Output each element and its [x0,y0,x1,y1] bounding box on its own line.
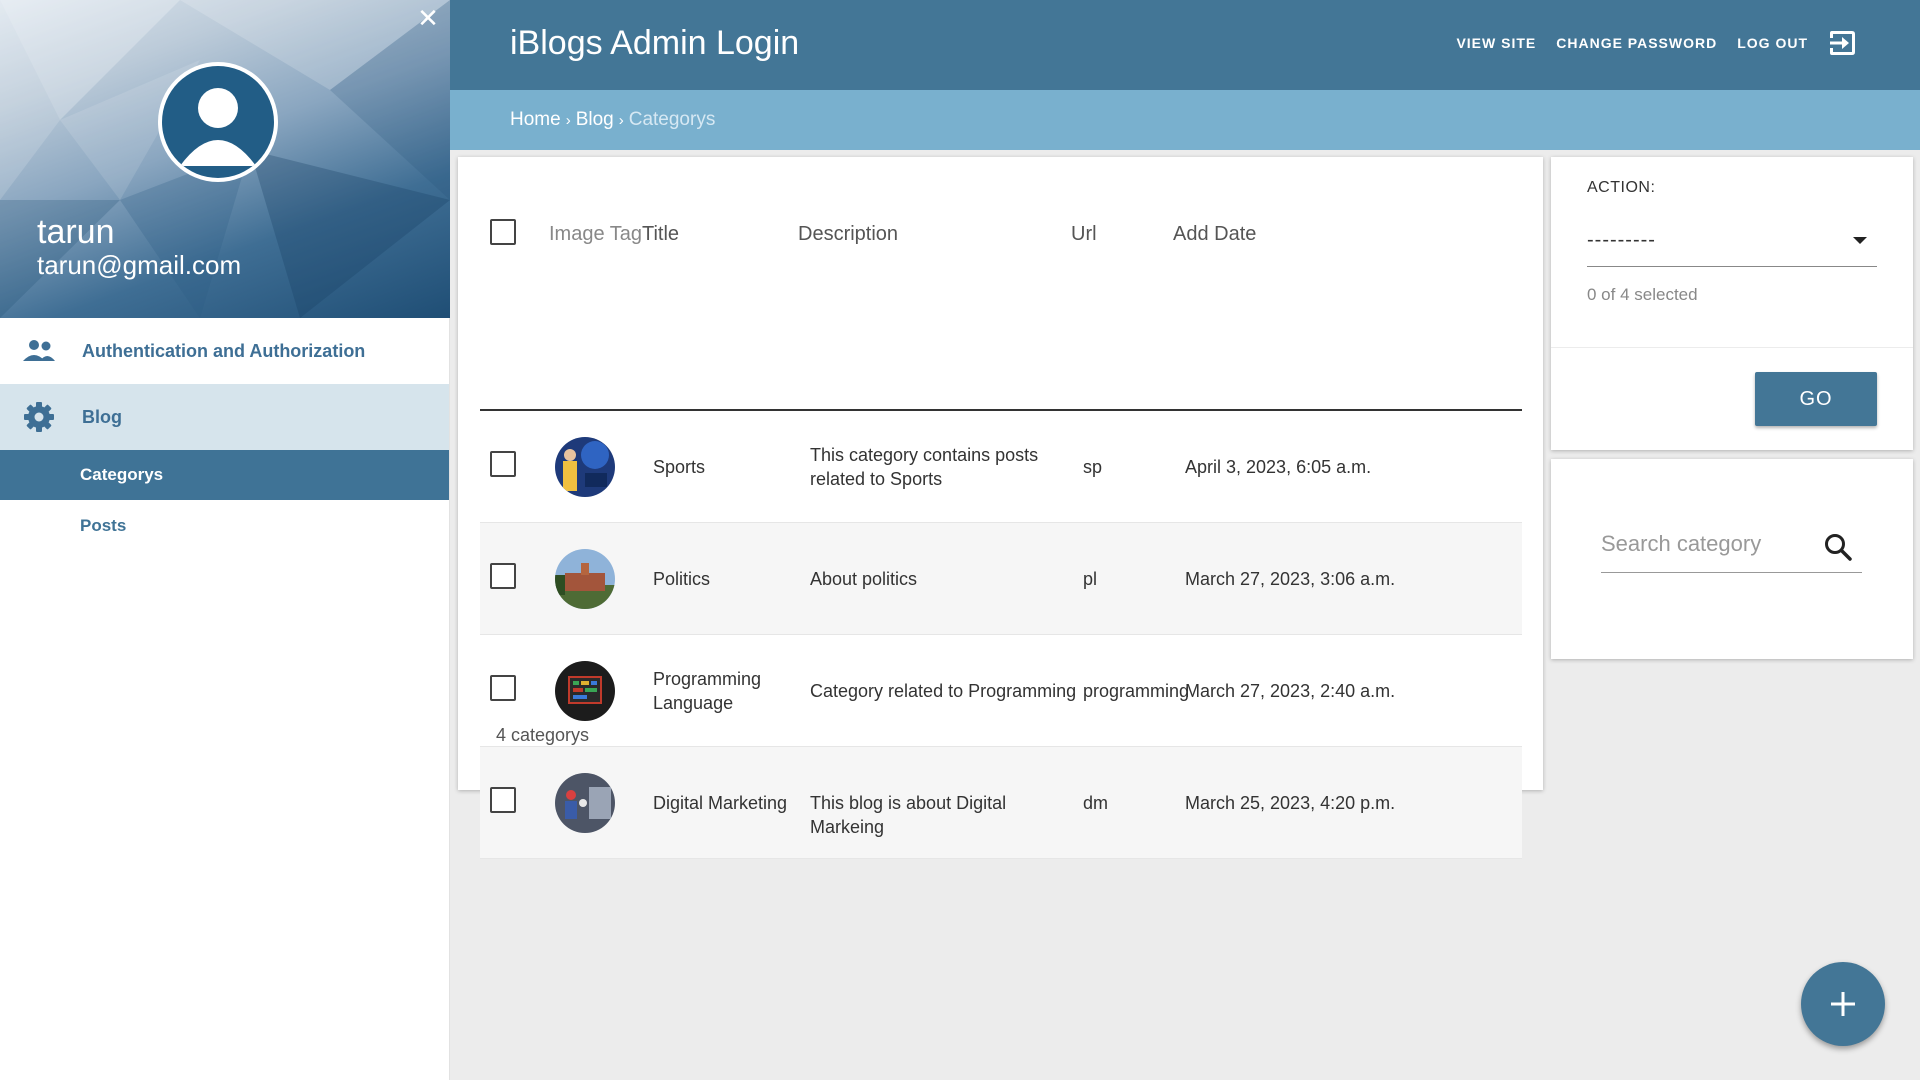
table-row: Sports This category contains posts rela… [480,411,1522,523]
column-header-url[interactable]: Url [1071,223,1097,246]
breadcrumb-current: Categorys [628,109,716,130]
category-add-date: March 27, 2023, 3:06 a.m. [1185,569,1396,589]
results-table: Image Tag Title Description Url Add Date… [458,157,1543,859]
category-title[interactable]: Sports [653,455,705,479]
sidebar: ✕ tarun tarun@gmail.com Authentication a… [0,0,450,1080]
category-add-date: April 3, 2023, 6:05 a.m. [1185,457,1372,477]
sidebar-item-blog[interactable]: Blog [0,384,449,450]
actions-panel: ACTION: --------- 0 of 4 selected GO [1551,157,1913,450]
table-row: Digital Marketing This blog is about Dig… [480,747,1522,859]
category-url: sp [1083,457,1103,477]
divider [1551,347,1913,348]
action-select[interactable]: --------- [1587,215,1877,267]
user-email: tarun@gmail.com [37,250,242,280]
category-image-politics [555,549,615,609]
row-checkbox[interactable] [490,787,516,813]
table-header: Image Tag Title Description Url Add Date [480,177,1522,413]
add-category-button[interactable] [1801,962,1885,1046]
category-add-date: March 25, 2023, 4:20 p.m. [1185,793,1396,813]
breadcrumb-blog[interactable]: Blog [576,109,614,131]
logout-icon[interactable] [1828,28,1858,58]
category-url: dm [1083,793,1109,813]
user-tools: VIEW SITE CHANGE PASSWORD LOG OUT [1456,28,1858,58]
gear-icon [22,400,56,434]
search-field [1601,519,1862,573]
go-button[interactable]: GO [1755,372,1877,426]
page-title: iBlogs Admin Login [510,24,800,62]
row-checkbox[interactable] [490,675,516,701]
category-description: This category contains posts related to … [810,445,1039,489]
sidebar-item-categorys[interactable]: Categorys [0,450,449,500]
close-sidebar-icon[interactable]: ✕ [414,4,442,32]
search-input[interactable] [1601,529,1811,559]
people-icon [22,334,56,368]
row-checkbox[interactable] [490,563,516,589]
category-description: About politics [810,569,918,589]
category-url: programming [1083,681,1190,701]
category-title[interactable]: Politics [653,567,710,591]
sidebar-item-authentication[interactable]: Authentication and Authorization [0,318,449,384]
category-title[interactable]: Programming Language [653,667,783,715]
action-select-value: --------- [1587,229,1656,251]
breadcrumb-separator: › [618,111,624,129]
table-row: Politics About politics pl March 27, 202… [480,523,1522,635]
action-label: ACTION: [1587,179,1656,196]
sidebar-item-label: Authentication and Authorization [82,340,366,361]
category-description: This blog is about Digital Markeing [810,793,1007,837]
column-header-add-date[interactable]: Add Date [1173,223,1256,246]
result-count: 4 categorys [496,725,590,745]
category-add-date: March 27, 2023, 2:40 a.m. [1185,681,1396,701]
breadcrumb: Home › Blog › Categorys [450,90,1920,150]
table-row: Programming Language Category related to… [480,635,1522,747]
column-header-title[interactable]: Title [642,223,679,246]
chevron-down-icon [1853,237,1867,244]
category-title[interactable]: Digital Marketing [653,791,787,815]
category-image-sports [555,437,615,497]
selection-counter: 0 of 4 selected [1587,285,1698,304]
sidebar-item-posts[interactable]: Posts [0,500,449,552]
view-site-link[interactable]: VIEW SITE [1456,35,1536,51]
user-name: tarun [37,213,115,251]
user-profile-panel: ✕ tarun tarun@gmail.com [0,0,450,318]
search-panel [1551,459,1913,659]
header: iBlogs Admin Login VIEW SITE CHANGE PASS… [450,0,1920,90]
log-out-link[interactable]: LOG OUT [1737,35,1808,51]
plus-icon [1831,992,1855,1016]
breadcrumb-separator: › [565,111,571,129]
category-image-programming [555,661,615,721]
select-all-checkbox[interactable] [490,219,516,245]
column-header-description[interactable]: Description [798,223,898,246]
avatar [158,62,278,182]
category-url: pl [1083,569,1098,589]
category-image-digital-marketing [555,773,615,833]
column-header-image-tag[interactable]: Image Tag [549,223,642,246]
user-silhouette-icon [180,88,256,166]
change-password-link[interactable]: CHANGE PASSWORD [1556,35,1717,51]
breadcrumb-home[interactable]: Home [510,109,561,131]
category-description: Category related to Programming [810,681,1077,701]
row-checkbox[interactable] [490,451,516,477]
search-icon[interactable] [1822,531,1856,565]
sidebar-item-label: Blog [82,406,122,427]
